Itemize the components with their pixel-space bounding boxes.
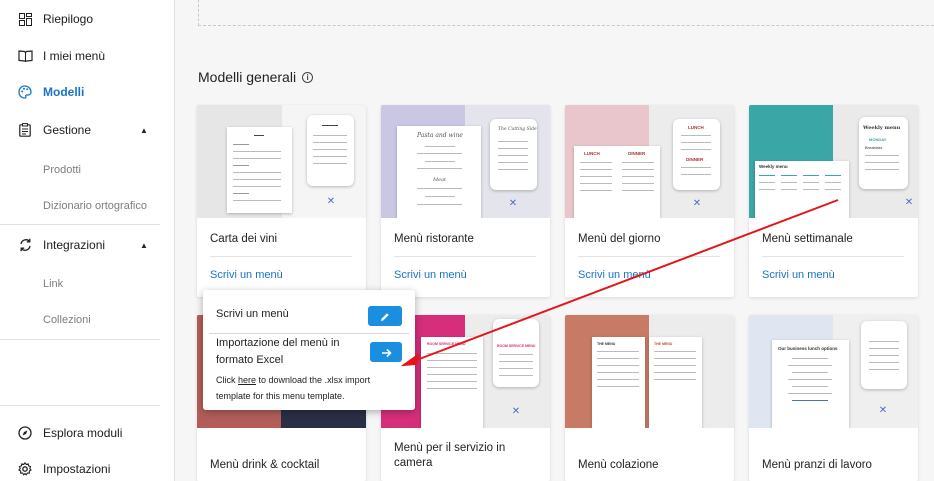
card-divider [578,256,720,257]
qr-icon: ✕ [326,196,336,207]
card-title: Menù settimanale [762,233,853,245]
card-title: Menù del giorno [578,233,661,245]
template-thumbnail: Pasta and wine Meat The Cutting Side ✕ [381,105,550,218]
sidebar-subitem-link[interactable]: Link [43,278,63,290]
phone-preview: The Cutting Side [490,119,537,190]
write-menu-button[interactable] [368,306,402,326]
qr-icon: ✕ [508,198,518,209]
sidebar-subitem-collezioni[interactable]: Collezioni [43,314,91,326]
menu-preview: Our business lunch options [772,340,849,428]
sync-icon [17,237,33,253]
card-divider [210,256,352,257]
template-card[interactable]: LUNCH DINNER LUNCH DINNER ✕ Menù del gio… [565,105,734,297]
menu-preview: ROOM SERVICE MENU [421,337,483,428]
sidebar-divider [0,405,160,406]
card-title: Menù colazione [578,459,659,471]
section-title: Modelli generali i [198,69,314,85]
sidebar-item-riepilogo[interactable]: Riepilogo [0,4,174,34]
menu-preview: THE MENU [592,337,645,428]
write-menu-label: Scrivi un menù [216,308,289,320]
sidebar-item-esplora-moduli[interactable]: Esplora moduli [0,418,174,448]
sidebar: Riepilogo I miei menù Modelli Gestione ▲… [0,0,175,481]
excel-import-button[interactable] [370,342,402,362]
sidebar-divider [0,339,160,340]
template-card[interactable]: Our business lunch options ✕ Menù pranzi… [749,315,918,481]
qr-icon: ✕ [878,405,888,416]
sidebar-item-impostazioni[interactable]: Impostazioni [0,454,174,481]
dashboard-icon [17,11,33,27]
template-card[interactable]: Pasta and wine Meat The Cutting Side ✕ M… [381,105,550,297]
template-card[interactable]: THE MENU THE MENU Menù colazione [565,315,734,481]
card-title: Menù pranzi di lavoro [762,459,872,471]
template-card[interactable]: Weekly menu Weekly menu MONDAY Breakfast… [749,105,918,297]
sidebar-item-integrazioni[interactable]: Integrazioni ▲ [0,230,174,260]
sidebar-item-modelli[interactable]: Modelli [0,77,174,107]
menu-preview: LUNCH DINNER [574,146,660,218]
qr-icon: ✕ [511,406,521,417]
template-thumbnail: Our business lunch options ✕ [749,315,918,428]
pencil-icon [380,309,390,323]
template-thumbnail: THE MENU THE MENU [565,315,734,428]
excel-help-text: Click here to download the .xlsx import … [216,375,371,401]
popup-divider [209,333,409,334]
book-icon [17,48,33,64]
phone-preview [307,115,354,186]
download-template-link[interactable]: here [238,375,256,385]
sidebar-item-gestione[interactable]: Gestione ▲ [0,115,174,145]
template-thumbnail: LUNCH DINNER LUNCH DINNER ✕ [565,105,734,218]
caret-up-icon[interactable]: ▲ [140,241,148,250]
menu-preview: Weekly menu [755,161,849,218]
card-title: Menù per il servizio in camera [394,442,506,469]
sidebar-subitem-dizionario[interactable]: Dizionario ortografico [43,200,147,212]
phone-preview: Weekly menu MONDAY Breakfast [859,117,908,189]
info-icon[interactable]: i [302,71,314,83]
gear-icon [17,461,33,477]
write-menu-link[interactable]: Scrivi un menù [578,269,651,281]
compass-icon [17,425,33,441]
qr-icon: ✕ [692,198,702,209]
template-actions-popup: Scrivi un menù Importazione del menù in … [203,290,415,410]
menu-preview: THE MENU [649,337,702,428]
write-menu-link[interactable]: Scrivi un menù [210,269,283,281]
sidebar-subitem-prodotti[interactable]: Prodotti [43,164,81,176]
upload-dropzone[interactable] [198,0,934,26]
template-thumbnail: ✕ [197,105,366,218]
excel-import-label: Importazione del menù in formato Excel [216,337,340,366]
template-thumbnail: Weekly menu Weekly menu MONDAY Breakfast… [749,105,918,218]
menu-preview: Pasta and wine Meat [397,126,481,218]
palette-icon [17,84,33,100]
write-menu-link[interactable]: Scrivi un menù [762,269,835,281]
menu-preview [227,127,292,213]
card-title: Menù drink & cocktail [210,459,320,471]
phone-preview [861,321,907,389]
qr-icon: ✕ [904,197,914,208]
phone-preview: LUNCH DINNER [673,119,720,190]
card-divider [762,256,904,257]
phone-preview: ROOM SERVICE MENU [493,319,539,387]
sidebar-item-miei-menu[interactable]: I miei menù [0,41,174,71]
caret-up-icon[interactable]: ▲ [140,126,148,135]
card-title: Carta dei vini [210,233,278,245]
card-title: Menù ristorante [394,233,474,245]
write-menu-link[interactable]: Scrivi un menù [394,269,467,281]
card-divider [394,256,536,257]
clipboard-icon [17,122,33,138]
template-card[interactable]: ✕ Carta dei vini Scrivi un menù [197,105,366,297]
arrow-right-icon [381,345,392,359]
sidebar-divider [0,224,160,225]
